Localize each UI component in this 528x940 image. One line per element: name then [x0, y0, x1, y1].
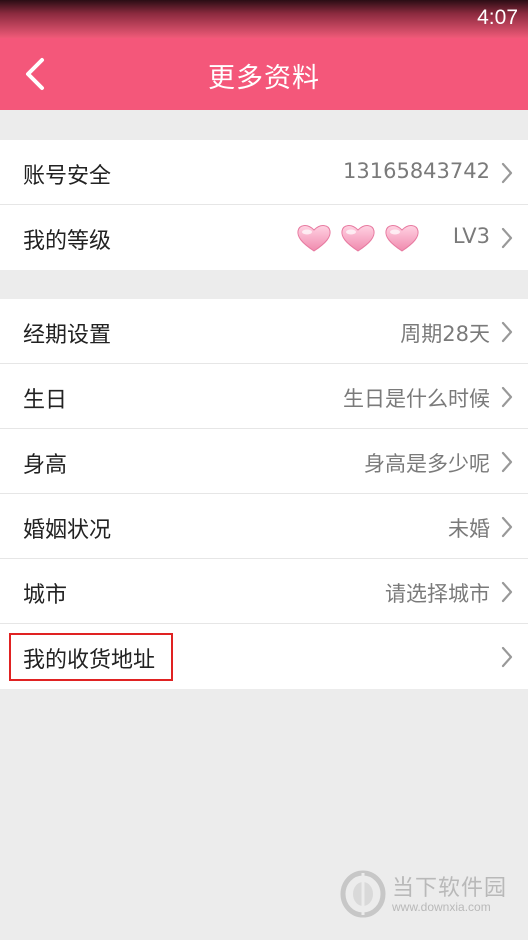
chevron-right-icon: [501, 646, 513, 668]
heart-icon: [341, 225, 375, 252]
row-value: 未婚: [448, 517, 490, 541]
level-value: LV3: [452, 224, 490, 248]
row-account-security[interactable]: 账号安全 13165843742: [0, 140, 528, 205]
row-marital-status[interactable]: 婚姻状况 未婚: [0, 494, 528, 559]
row-label: 城市: [23, 583, 68, 608]
row-label: 我的收货地址: [23, 648, 156, 673]
watermark-url: www.downxia.com: [392, 900, 491, 914]
row-city[interactable]: 城市 请选择城市: [0, 559, 528, 624]
page-title: 更多资料: [208, 63, 320, 94]
chevron-right-icon: [501, 162, 513, 184]
chevron-right-icon: [501, 451, 513, 473]
heart-icon: [297, 225, 331, 252]
row-label: 婚姻状况: [23, 518, 112, 543]
row-value: 请选择城市: [385, 582, 490, 606]
profile-group: 经期设置 周期28天 生日 生日是什么时候 身高 身高是多少呢 婚姻状况 未婚 …: [0, 299, 528, 689]
row-height[interactable]: 身高 身高是多少呢: [0, 429, 528, 494]
row-label: 经期设置: [23, 323, 112, 348]
status-time: 4:07: [477, 6, 518, 29]
chevron-right-icon: [501, 516, 513, 538]
row-my-level[interactable]: 我的等级 LV3: [0, 205, 528, 270]
row-value: 身高是多少呢: [364, 452, 490, 476]
chevron-right-icon: [501, 581, 513, 603]
row-label: 账号安全: [23, 164, 112, 189]
watermark: 当下软件园 www.downxia.com: [340, 870, 520, 920]
row-period-settings[interactable]: 经期设置 周期28天: [0, 299, 528, 364]
chevron-right-icon: [501, 227, 513, 249]
row-value: 生日是什么时候: [343, 387, 490, 411]
row-label: 我的等级: [23, 229, 112, 254]
watermark-title: 当下软件园: [392, 876, 508, 901]
header-bar: 更多资料: [0, 38, 528, 110]
level-hearts: [296, 223, 420, 253]
status-bar: 4:07: [0, 0, 528, 38]
downxia-logo-icon: [340, 870, 386, 918]
row-label: 身高: [23, 453, 68, 478]
heart-icon: [385, 225, 419, 252]
row-label: 生日: [23, 388, 68, 413]
account-group: 账号安全 13165843742 我的等级 LV3: [0, 140, 528, 270]
row-birthday[interactable]: 生日 生日是什么时候: [0, 364, 528, 429]
chevron-right-icon: [501, 321, 513, 343]
row-value: 13165843742: [343, 159, 490, 183]
row-value: 周期28天: [400, 322, 490, 346]
chevron-right-icon: [501, 386, 513, 408]
row-shipping-address[interactable]: 我的收货地址: [0, 624, 528, 689]
